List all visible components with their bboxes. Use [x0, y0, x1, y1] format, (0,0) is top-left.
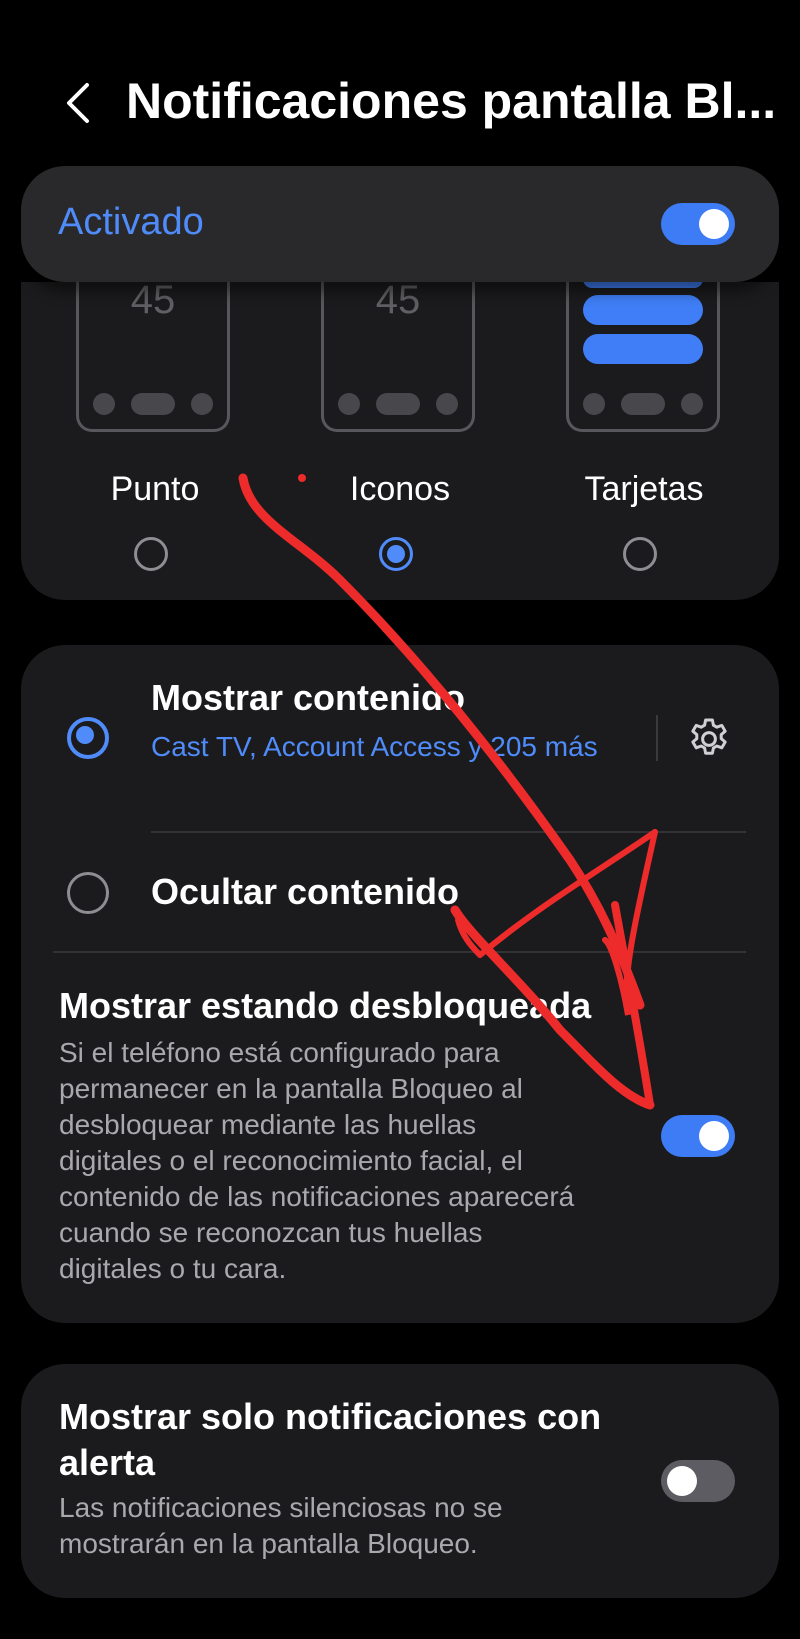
toggle-knob [699, 1121, 729, 1151]
chevron-left-icon [67, 83, 89, 123]
preview-notification-card [583, 295, 703, 325]
preview-time: 45 [375, 278, 421, 322]
alert-only-description: Las notificaciones silenciosas no se mos… [59, 1492, 503, 1559]
dock-pill [131, 393, 175, 415]
style-label-punto: Punto [110, 470, 200, 508]
preview-time: 45 [130, 278, 176, 322]
vertical-divider [656, 715, 658, 761]
toggle-knob [667, 1466, 697, 1496]
dock-dot [436, 393, 458, 415]
style-label-iconos: Iconos [349, 470, 451, 508]
radio-show-content[interactable] [67, 717, 109, 759]
radio-iconos[interactable] [379, 537, 413, 571]
preview-dock [93, 393, 213, 415]
radio-punto[interactable] [134, 537, 168, 571]
master-switch-row[interactable]: Activado [21, 166, 779, 282]
notification-style-card: 45 45 Punto Iconos Tarjetas [21, 270, 779, 600]
divider [151, 831, 746, 833]
page-title: Notificaciones pantalla Bl... [126, 73, 777, 129]
dock-dot [338, 393, 360, 415]
top-app-bar: Notificaciones pantalla Bl... [0, 60, 800, 150]
toggle-knob [699, 209, 729, 239]
preview-dock [338, 393, 458, 415]
dock-pill [621, 393, 665, 415]
show-content-apps[interactable]: Cast TV, Account Access y 205 más [151, 729, 611, 765]
hide-content-title[interactable]: Ocultar contenido [151, 871, 459, 913]
master-toggle[interactable] [661, 203, 735, 245]
show-unlocked-title: Mostrar estando desbloqueada [59, 985, 592, 1026]
dock-dot [93, 393, 115, 415]
divider [53, 951, 746, 953]
master-switch-label: Activado [58, 201, 204, 243]
radio-hide-content[interactable] [67, 872, 109, 914]
preview-iconos[interactable]: 45 [321, 278, 475, 432]
preview-notification-card [583, 334, 703, 364]
style-label-tarjetas: Tarjetas [584, 470, 704, 508]
dock-pill [376, 393, 420, 415]
content-visibility-card: Mostrar contenido Cast TV, Account Acces… [21, 645, 779, 1323]
show-unlocked-description: Si el teléfono está configurado para per… [59, 1037, 575, 1284]
show-content-title[interactable]: Mostrar contenido [151, 677, 465, 719]
alert-only-toggle[interactable] [661, 1460, 735, 1502]
alert-only-title: Mostrar solo notificaciones con alerta [59, 1396, 602, 1483]
show-unlocked-toggle[interactable] [661, 1115, 735, 1157]
radio-tarjetas[interactable] [623, 537, 657, 571]
dock-dot [583, 393, 605, 415]
preview-punto[interactable]: 45 [76, 278, 230, 432]
content-settings-button[interactable] [685, 715, 733, 763]
alert-only-card[interactable]: Mostrar solo notificaciones con alerta L… [21, 1364, 779, 1598]
gear-icon [691, 718, 727, 755]
preview-tarjetas[interactable] [566, 270, 720, 432]
dock-dot [191, 393, 213, 415]
back-button[interactable] [52, 78, 102, 128]
preview-dock [583, 393, 703, 415]
dock-dot [681, 393, 703, 415]
